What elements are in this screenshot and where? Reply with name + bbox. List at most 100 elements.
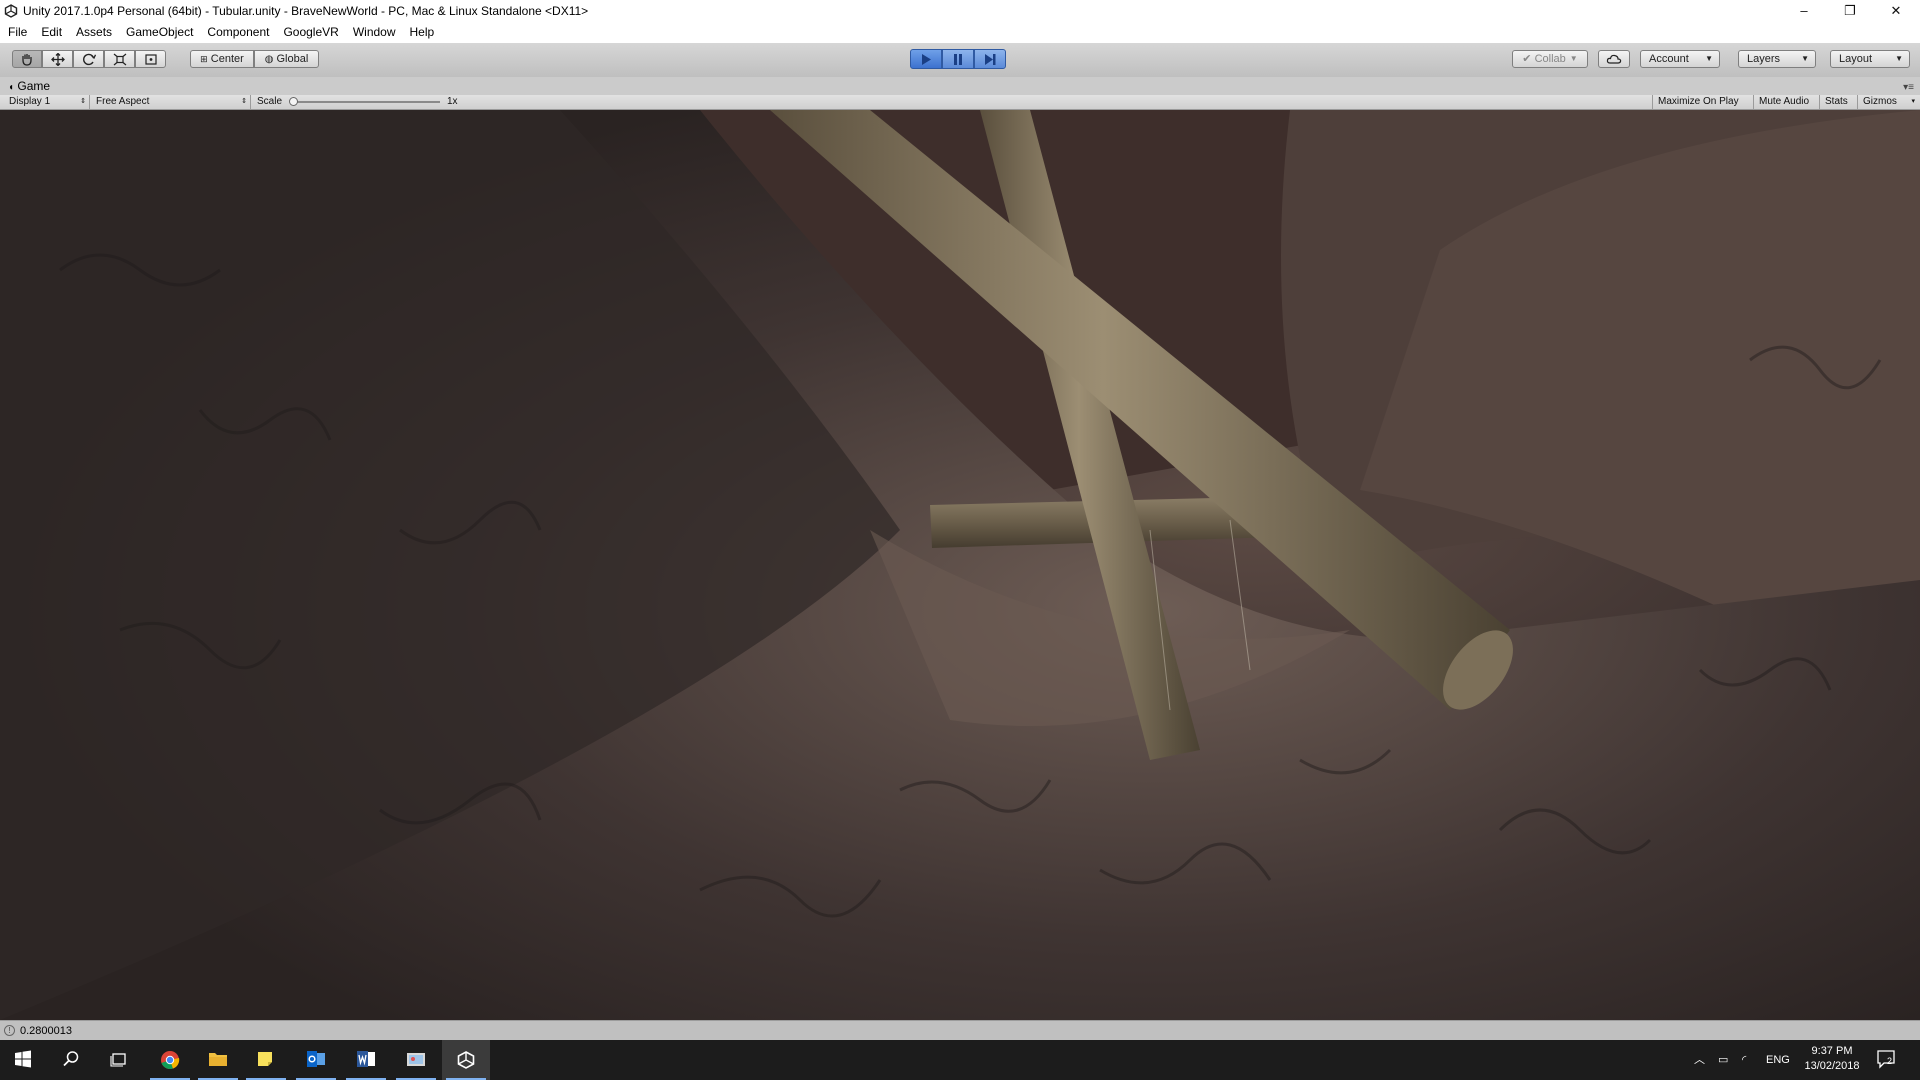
pivot-mode-icon: ⊞ bbox=[200, 54, 208, 64]
taskbar-word[interactable] bbox=[342, 1040, 390, 1080]
move-tool-icon bbox=[50, 53, 65, 66]
updown-icon: ⇕ bbox=[241, 98, 247, 105]
windows-taskbar: ︿ ▭ ◜ ENG 9:37 PM 13/02/2018 2 bbox=[0, 1040, 1920, 1080]
pause-button[interactable] bbox=[942, 49, 974, 69]
play-icon bbox=[922, 54, 931, 65]
wifi-icon[interactable]: ◜ bbox=[1742, 1040, 1746, 1080]
paint-icon bbox=[407, 1053, 425, 1066]
menu-assets[interactable]: Assets bbox=[69, 22, 119, 43]
taskbar-unity[interactable] bbox=[442, 1040, 490, 1080]
layout-dropdown[interactable]: Layout ▼ bbox=[1830, 50, 1910, 68]
taskbar-sticky-notes[interactable] bbox=[242, 1040, 290, 1080]
layers-label: Layers bbox=[1747, 53, 1781, 65]
file-explorer-icon bbox=[209, 1053, 227, 1066]
dropdown-caret-icon: ▼ bbox=[1569, 54, 1578, 63]
menu-edit[interactable]: Edit bbox=[34, 22, 69, 43]
menu-help[interactable]: Help bbox=[403, 22, 442, 43]
updown-icon: ⇕ bbox=[80, 98, 86, 105]
cloud-icon bbox=[1606, 54, 1622, 64]
layout-label: Layout bbox=[1839, 53, 1873, 65]
account-dropdown[interactable]: Account ▼ bbox=[1640, 50, 1720, 68]
console-status-bar[interactable]: ! 0.2800013 bbox=[0, 1020, 1920, 1041]
clock-date: 13/02/2018 bbox=[1804, 1060, 1860, 1072]
status-message: 0.2800013 bbox=[20, 1025, 72, 1037]
hand-tool-button[interactable] bbox=[12, 50, 42, 68]
dropdown-caret-icon: ▼ bbox=[1801, 54, 1809, 63]
account-label: Account bbox=[1649, 53, 1689, 65]
gizmos-dropdown[interactable]: Gizmos ▾ bbox=[1858, 95, 1918, 109]
maximize-on-play-toggle[interactable]: Maximize On Play bbox=[1652, 95, 1754, 109]
hand-tool-icon bbox=[22, 54, 32, 66]
outlook-icon bbox=[307, 1051, 325, 1067]
close-button[interactable]: ✕ bbox=[1873, 0, 1919, 22]
scale-slider-track[interactable] bbox=[290, 101, 440, 103]
minimize-button[interactable]: – bbox=[1781, 0, 1827, 22]
aspect-dropdown[interactable]: Free Aspect ⇕ bbox=[91, 95, 251, 109]
task-view-button[interactable] bbox=[96, 1040, 144, 1080]
display-label: Display 1 bbox=[9, 96, 51, 107]
stats-toggle[interactable]: Stats bbox=[1820, 95, 1858, 109]
pacman-icon: ◖ bbox=[8, 82, 15, 93]
taskbar-outlook[interactable] bbox=[292, 1040, 340, 1080]
taskbar-paint[interactable] bbox=[392, 1040, 440, 1080]
task-view-icon bbox=[110, 1053, 126, 1067]
scale-label: Scale bbox=[257, 96, 283, 107]
display-dropdown[interactable]: Display 1 ⇕ bbox=[4, 95, 90, 109]
scale-slider-thumb[interactable] bbox=[289, 97, 298, 106]
taskbar-chrome[interactable] bbox=[146, 1040, 194, 1080]
search-button[interactable] bbox=[48, 1040, 96, 1080]
chrome-icon bbox=[161, 1051, 180, 1070]
step-button[interactable] bbox=[974, 49, 1006, 69]
game-view-tab[interactable]: ◖ Game ▾≡ bbox=[0, 77, 1920, 95]
action-center-button[interactable]: 2 bbox=[1876, 1048, 1898, 1070]
pivot-mode-label: Center bbox=[210, 53, 244, 65]
mute-audio-toggle[interactable]: Mute Audio bbox=[1754, 95, 1820, 109]
scale-tool-button[interactable] bbox=[104, 50, 135, 68]
scale-tool-icon bbox=[113, 53, 126, 66]
collab-button[interactable]: ✔ Collab ▼ bbox=[1512, 50, 1588, 68]
pause-icon bbox=[954, 54, 962, 65]
taskbar-file-explorer[interactable] bbox=[194, 1040, 242, 1080]
maximize-button[interactable]: ❐ bbox=[1827, 0, 1873, 22]
dropdown-caret-icon: ▾ bbox=[1911, 98, 1915, 105]
start-button[interactable] bbox=[0, 1040, 48, 1080]
layers-dropdown[interactable]: Layers ▼ bbox=[1738, 50, 1816, 68]
menu-gameobject[interactable]: GameObject bbox=[119, 22, 200, 43]
sticky-notes-icon bbox=[258, 1052, 272, 1066]
game-viewport[interactable] bbox=[0, 110, 1920, 1020]
clock-time: 9:37 PM bbox=[1811, 1045, 1853, 1057]
search-icon bbox=[63, 1051, 79, 1067]
game-tab-label: ◖ Game bbox=[8, 79, 51, 93]
globe-icon: ◍ bbox=[264, 54, 274, 65]
menu-bar: File Edit Assets GameObject Component GoogleV… bbox=[0, 22, 1920, 43]
menu-file[interactable]: File bbox=[0, 22, 34, 43]
scale-value: 1x bbox=[447, 96, 458, 107]
taskbar-clock[interactable]: 9:37 PM 13/02/2018 bbox=[1795, 1044, 1869, 1074]
window-titlebar: Unity 2017.1.0p4 Personal (64bit) - Tubu… bbox=[0, 0, 1920, 22]
notification-count: 2 bbox=[1887, 1056, 1893, 1066]
tray-chevron-icon[interactable]: ︿ bbox=[1694, 1040, 1705, 1080]
play-button[interactable] bbox=[910, 49, 942, 69]
rotate-tool-button[interactable] bbox=[73, 50, 104, 68]
dropdown-caret-icon: ▼ bbox=[1705, 54, 1713, 63]
pivot-rotation-label: Global bbox=[276, 53, 309, 65]
menu-googlevr[interactable]: GoogleVR bbox=[276, 22, 345, 43]
main-toolbar: ⊞ Center ◍ Global ✔ Collab ▼ Account ▼ Lay… bbox=[0, 43, 1920, 78]
battery-icon[interactable]: ▭ bbox=[1718, 1040, 1728, 1080]
cloud-button[interactable] bbox=[1598, 50, 1630, 68]
game-scene-render bbox=[0, 110, 1920, 1020]
rect-tool-button[interactable] bbox=[135, 50, 166, 68]
step-icon bbox=[985, 54, 996, 65]
pivot-rotation-button[interactable]: ◍ Global bbox=[254, 50, 319, 68]
menu-component[interactable]: Component bbox=[200, 22, 276, 43]
language-indicator[interactable]: ENG bbox=[1766, 1040, 1790, 1080]
start-icon bbox=[15, 1050, 31, 1068]
unity-app-icon bbox=[4, 4, 18, 18]
move-tool-button[interactable] bbox=[42, 50, 73, 68]
collab-label: Collab bbox=[1534, 53, 1566, 65]
menu-window[interactable]: Window bbox=[346, 22, 403, 43]
rect-tool-icon bbox=[144, 54, 157, 65]
unity-icon bbox=[457, 1051, 475, 1069]
game-view-controlbar: Display 1 ⇕ Free Aspect ⇕ Scale 1x Maximiz… bbox=[0, 95, 1920, 110]
pivot-mode-button[interactable]: ⊞ Center bbox=[190, 50, 254, 68]
